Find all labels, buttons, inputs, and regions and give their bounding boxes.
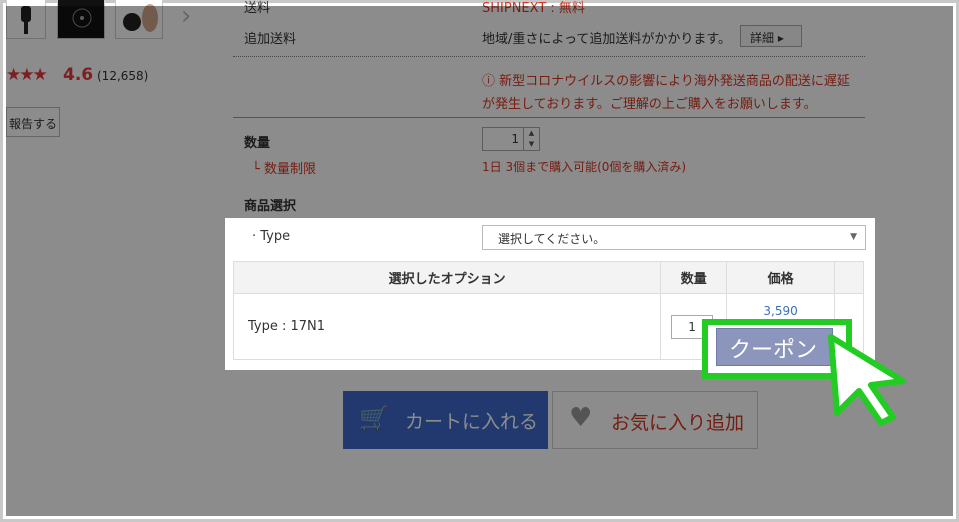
column-header-remove (834, 261, 864, 294)
rating-score: 4.6 (63, 65, 94, 85)
product-thumbnail-2[interactable] (57, 0, 105, 39)
report-button[interactable]: 報告する (6, 107, 60, 137)
notice-line-1: ⓘ 新型コロナウイルスの影響により海外発送商品の配送に遅延 (482, 74, 850, 89)
rating-stars: ★★★ (6, 65, 48, 85)
type-label: · Type (252, 229, 291, 244)
chevron-up-icon[interactable]: ▲ (524, 128, 539, 139)
screenshot-frame: › ★★★ 4.6 (12,658) 報告する 送料 SHIPNEXT : 無料… (0, 0, 959, 522)
column-header-price: 価格 (726, 261, 836, 294)
product-thumbnail-3[interactable] (115, 0, 163, 39)
column-header-qty: 数量 (660, 261, 728, 294)
type-select-value: 選択してください。 (498, 232, 606, 246)
notice-line-2: が発生しております。ご理解の上ご購入をお願いします。 (482, 97, 817, 112)
shipping-value: SHIPNEXT : 無料 (482, 1, 585, 16)
add-to-favorites-label: お気に入り追加 (611, 412, 745, 434)
cursor-arrow-icon (823, 333, 913, 432)
extra-shipping-value: 地域/重さによって追加送料がかかります。 (482, 32, 732, 47)
rating-count: (12,658) (97, 69, 149, 83)
option-quantity-value: 1 (688, 319, 696, 334)
quantity-value: 1 (511, 132, 519, 146)
product-thumbnail-1[interactable] (6, 0, 46, 39)
quantity-stepper[interactable]: 1 ▲ ▼ (482, 127, 540, 151)
stepper-arrows[interactable]: ▲ ▼ (523, 128, 539, 150)
quantity-label: 数量 (244, 136, 271, 151)
add-to-cart-label: カートに入れる (405, 411, 539, 433)
option-cell: Type : 17N1 (232, 293, 662, 360)
cart-icon: 🛒 (359, 404, 389, 432)
quantity-limit-value: 1日 3個まで購入可能(0個を購入済み) (482, 160, 687, 174)
add-to-favorites-button[interactable]: ♥ お気に入り追加 (552, 391, 758, 449)
divider (233, 117, 865, 118)
chevron-down-icon: ▼ (850, 232, 857, 242)
divider (233, 56, 865, 57)
shipping-label: 送料 (244, 1, 271, 16)
heart-icon: ♥ (569, 403, 593, 433)
quantity-limit-label: └ 数量制限 (252, 162, 316, 177)
chevron-down-icon[interactable]: ▼ (524, 139, 539, 150)
add-to-cart-button[interactable]: 🛒 カートに入れる (343, 391, 548, 449)
extra-shipping-label: 追加送料 (244, 32, 297, 47)
product-select-label: 商品選択 (244, 199, 297, 214)
coupon-button[interactable]: クーポン (716, 328, 833, 366)
type-select[interactable]: 選択してください。 ▼ (482, 225, 866, 250)
chevron-right-icon[interactable]: › (181, 1, 191, 31)
column-header-option: 選択したオプション (232, 261, 662, 294)
detail-button[interactable]: 詳細 ▸ (740, 25, 802, 47)
